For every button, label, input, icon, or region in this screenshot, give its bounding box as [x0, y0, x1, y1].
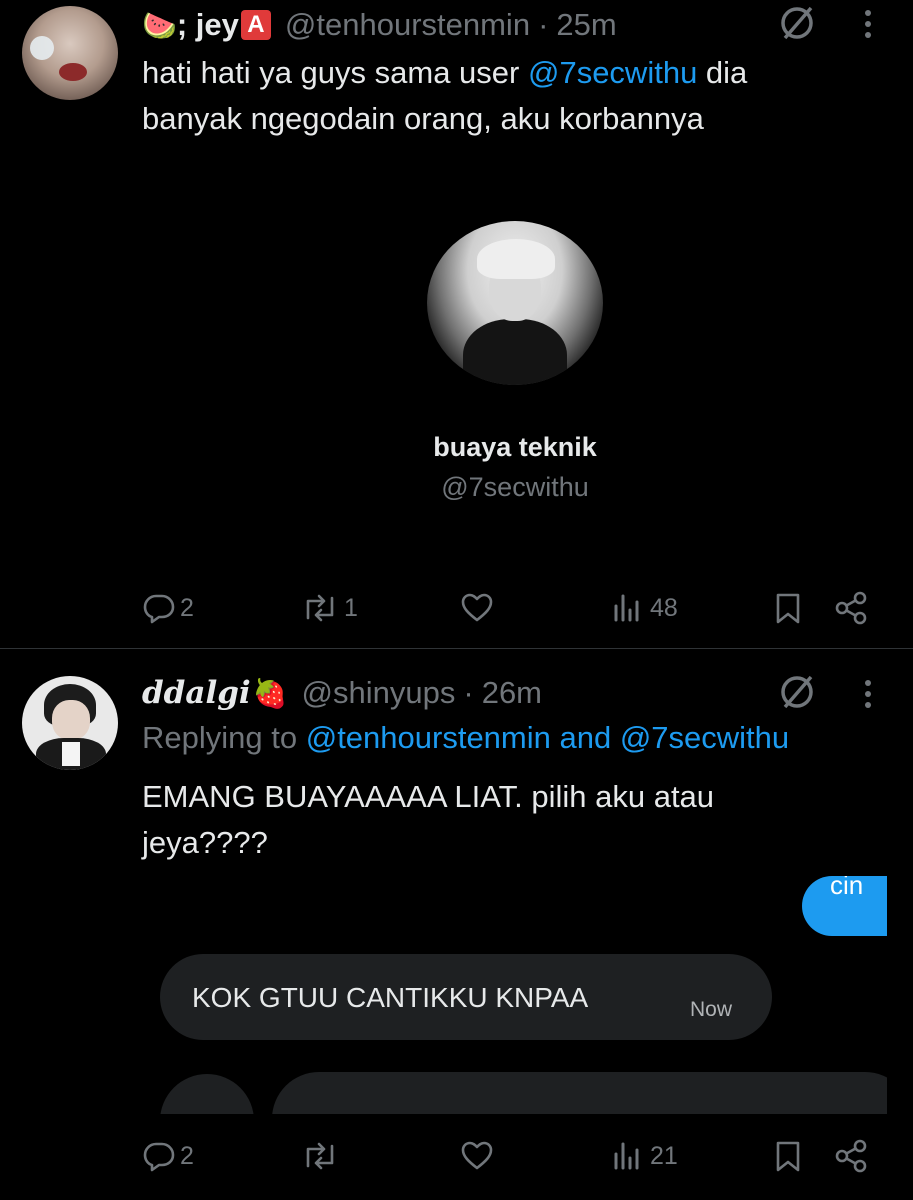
strawberry-emoji: 🍓	[252, 677, 288, 709]
like-icon	[461, 593, 493, 622]
reply-button[interactable]: 2	[142, 590, 194, 626]
bookmark-icon[interactable]	[770, 1138, 806, 1174]
reply-count: 2	[180, 593, 194, 622]
mention-link[interactable]: @7secwithu	[620, 720, 789, 755]
avatar[interactable]	[22, 676, 118, 770]
like-icon	[461, 1141, 493, 1170]
retweet-button[interactable]	[300, 1138, 340, 1174]
message-input	[272, 1072, 887, 1114]
card-avatar[interactable]	[427, 221, 603, 385]
user-handle[interactable]: @shinyups	[302, 675, 456, 711]
sent-message-bubble: cin	[802, 876, 887, 936]
share-icon[interactable]	[832, 590, 870, 626]
tweet-header: ddalgi 🍓 @shinyups · 26m	[142, 672, 542, 714]
avatar[interactable]	[22, 6, 118, 100]
reply-icon	[143, 594, 175, 624]
slash-circle-icon[interactable]	[777, 3, 817, 43]
retweet-count: 1	[344, 593, 358, 622]
views-count: 21	[650, 1141, 678, 1170]
divider	[0, 648, 913, 649]
views-count: 48	[650, 593, 678, 622]
tweet-header: 🍉 ; jey A @tenhourstenmin · 25m	[142, 4, 617, 46]
chat-image: cin KOK GTUU CANTIKKU KNPAA Now	[142, 866, 887, 1114]
message-time: Now	[690, 998, 733, 1021]
user-handle[interactable]: @tenhourstenmin	[285, 7, 530, 43]
watermelon-emoji: 🍉	[142, 9, 177, 41]
views-button[interactable]: 48	[612, 590, 678, 626]
timestamp[interactable]: 26m	[482, 675, 542, 711]
reply-count: 2	[180, 1141, 194, 1170]
received-message-text: KOK GTUU CANTIKKU KNPAA	[192, 982, 589, 1013]
card-handle: @7secwithu	[441, 472, 589, 502]
separator: ·	[463, 675, 474, 710]
retweet-icon	[306, 1142, 334, 1170]
more-vertical-icon[interactable]	[856, 6, 880, 42]
tweet-text: EMANG BUAYAAAAA LIAT. pilih aku atau jey…	[142, 779, 715, 860]
separator: ·	[538, 7, 549, 42]
attach-button	[160, 1074, 254, 1114]
views-icon	[614, 594, 639, 622]
like-button[interactable]	[460, 590, 494, 626]
more-vertical-icon[interactable]	[856, 676, 880, 712]
letter-a-emoji: A	[240, 10, 271, 40]
reply-button[interactable]: 2	[142, 1138, 194, 1174]
retweet-icon	[306, 594, 334, 622]
sent-message-text: cin	[830, 876, 864, 900]
display-name[interactable]: ddalgi	[142, 675, 251, 711]
replying-to: Replying to @tenhourstenmin and @7secwit…	[142, 720, 790, 755]
received-message-bubble: KOK GTUU CANTIKKU KNPAA Now	[160, 954, 772, 1040]
timestamp[interactable]: 25m	[556, 7, 616, 43]
views-icon	[614, 1142, 639, 1170]
reply-icon	[143, 1142, 175, 1172]
like-button[interactable]	[460, 1138, 494, 1174]
slash-circle-icon[interactable]	[777, 672, 817, 712]
retweet-button[interactable]: 1	[300, 590, 358, 626]
views-button[interactable]: 21	[612, 1138, 678, 1174]
mention-link[interactable]: @tenhourstenmin	[306, 720, 551, 755]
share-icon[interactable]	[832, 1138, 870, 1174]
card-name: buaya teknik	[433, 432, 597, 462]
tweet-text: hati hati ya guys sama user @7secwithu d…	[142, 55, 748, 136]
mention-link[interactable]: @7secwithu	[528, 55, 697, 90]
display-name[interactable]: ; jey	[177, 7, 239, 43]
bookmark-icon[interactable]	[770, 590, 806, 626]
